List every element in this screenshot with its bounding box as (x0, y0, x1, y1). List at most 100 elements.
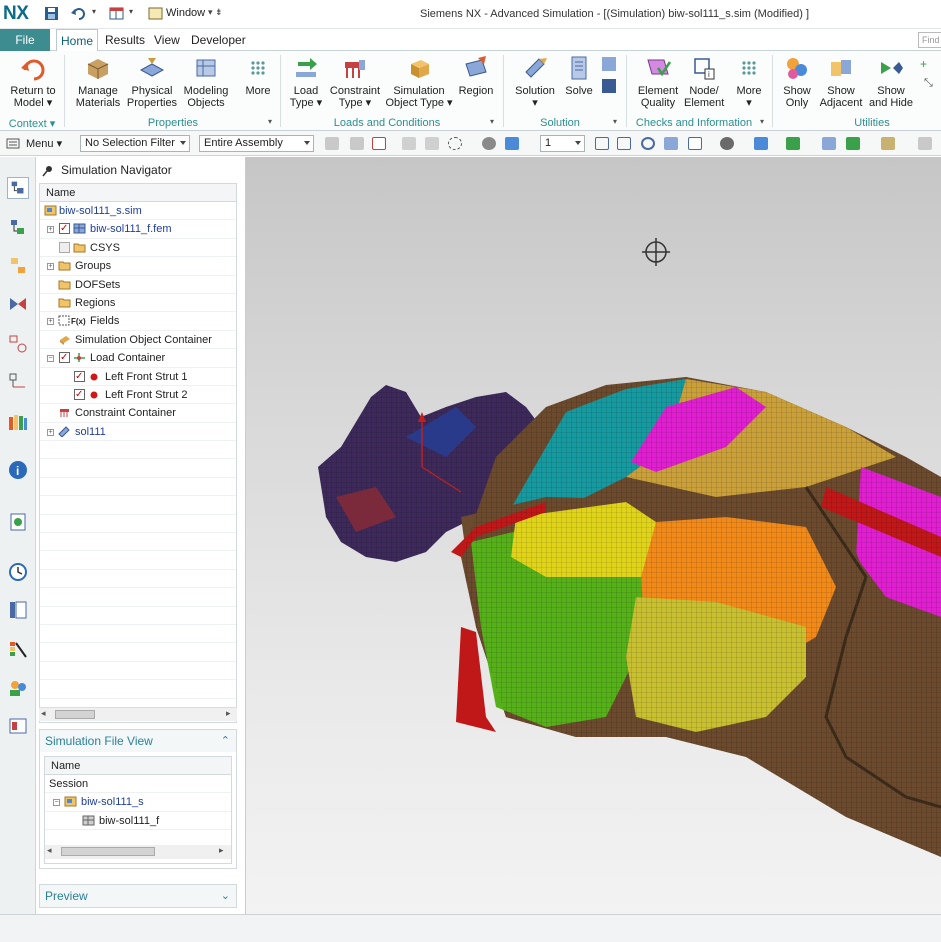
collapse-icon[interactable]: − (53, 799, 60, 807)
snap-point-icon[interactable] (350, 137, 364, 150)
tree-node-left-front-strut-2[interactable]: Left Front Strut 2 (40, 386, 236, 405)
expand-icon[interactable]: + (47, 318, 54, 326)
orient-view-icon[interactable] (688, 137, 702, 150)
snap-icon[interactable] (325, 137, 339, 150)
tab-results[interactable]: Results (101, 29, 149, 51)
select-feature-icon[interactable] (402, 137, 416, 150)
solution-small-icon-2[interactable] (600, 77, 618, 95)
selection-filter-select[interactable]: No Selection Filter (80, 135, 190, 152)
scroll-right-icon[interactable]: ▸ (226, 708, 231, 719)
window-layout-icon[interactable] (108, 5, 126, 22)
show-adjacent-button[interactable]: Show Adjacent (818, 54, 864, 109)
rotate-icon[interactable] (641, 137, 655, 150)
solution-small-icon[interactable] (600, 55, 618, 73)
tree-node-sim[interactable]: biw-sol111_s.sim (40, 202, 236, 221)
scroll-left-icon[interactable]: ◂ (47, 845, 52, 856)
graphics-viewport[interactable] (246, 157, 941, 914)
select-type-icon[interactable] (372, 137, 386, 150)
file-view-column-header[interactable]: Name (45, 757, 231, 775)
file-row-sim[interactable]: − biw-sol111_s (45, 793, 231, 812)
scope-select[interactable]: Entire Assembly (199, 135, 314, 152)
menu-button[interactable]: Menu ▾ (26, 137, 62, 150)
lasso-select-icon[interactable] (448, 137, 462, 150)
process-studio-icon[interactable] (7, 715, 29, 737)
expand-icon[interactable]: + (47, 428, 54, 436)
roles-icon[interactable] (7, 411, 29, 433)
show-only-button[interactable]: Show Only (776, 54, 818, 109)
history-icon-a[interactable] (7, 371, 29, 393)
tree-node-groups[interactable]: + Groups (40, 257, 236, 276)
undo-icon[interactable] (70, 5, 88, 22)
scroll-thumb[interactable] (55, 710, 95, 719)
find-command-input[interactable]: Find (918, 32, 941, 48)
chevron-down-icon[interactable]: ⌄ (221, 885, 230, 907)
tree-node-fields[interactable]: + F(x) Fields (40, 312, 236, 331)
save-icon[interactable] (43, 5, 61, 22)
layer-settings-icon[interactable] (881, 137, 895, 150)
clip-section-icon[interactable] (822, 137, 836, 150)
solve-button[interactable]: Solve (562, 54, 596, 97)
scroll-right-icon[interactable]: ▸ (219, 845, 224, 856)
tree-node-csys[interactable]: CSYS (40, 239, 236, 258)
edit-object-display-icon[interactable] (754, 137, 768, 150)
tree-node-sol111[interactable]: + sol111 (40, 423, 236, 442)
scroll-left-icon[interactable]: ◂ (41, 708, 46, 719)
file-row-session[interactable]: Session (45, 775, 231, 794)
web-browser-icon[interactable] (7, 511, 29, 533)
tab-view[interactable]: View (150, 29, 184, 51)
pan-icon[interactable] (664, 137, 678, 150)
select-face-icon[interactable] (425, 137, 439, 150)
properties-dropdown-icon[interactable]: ▾ (268, 117, 272, 126)
add-icon[interactable]: + (920, 57, 927, 71)
window-menu-arrow-icon[interactable]: ▾ ⇟ (208, 7, 223, 18)
load-type-button[interactable]: Load Type ▾ (284, 54, 328, 109)
system-materials-icon[interactable] (7, 599, 29, 621)
fit-view-icon[interactable] (595, 137, 609, 150)
tree-node-left-front-strut-1[interactable]: Left Front Strut 1 (40, 368, 236, 386)
visibility-checkbox[interactable] (74, 386, 85, 404)
constraint-navigator-icon[interactable] (7, 293, 29, 315)
return-to-model-button[interactable]: Return to Model ▾ (6, 54, 60, 109)
simulation-object-type-button[interactable]: Simulation Object Type ▾ (384, 54, 454, 109)
history-clock-icon[interactable] (7, 561, 29, 583)
chevron-up-icon[interactable]: ⌃ (221, 730, 230, 752)
tree-node-sim-object-container[interactable]: Simulation Object Container (40, 331, 236, 350)
toolbar-overflow-icon[interactable] (918, 137, 932, 150)
car-body-mesh-model[interactable] (246, 157, 941, 914)
tree-node-regions[interactable]: Regions (40, 294, 236, 313)
expand-icon[interactable]: + (47, 226, 54, 234)
part-navigator-icon[interactable] (7, 255, 29, 277)
solution-button[interactable]: Solution ▾ (510, 54, 560, 109)
layout-dropdown-icon[interactable]: ▾ (129, 7, 133, 16)
modeling-objects-button[interactable]: Modeling Objects (180, 54, 232, 109)
work-view-icon[interactable] (846, 137, 860, 150)
properties-more-button[interactable]: More (240, 54, 276, 97)
select-solid-icon[interactable] (505, 137, 519, 150)
manage-materials-button[interactable]: Manage Materials (72, 54, 124, 109)
column-header-name[interactable]: Name (40, 184, 236, 202)
constraint-type-button[interactable]: Constraint Type ▾ (328, 54, 382, 109)
visibility-checkbox[interactable] (74, 368, 85, 386)
simulation-navigator-icon[interactable] (7, 177, 29, 199)
window-menu[interactable]: Window (166, 7, 205, 19)
undo-dropdown-icon[interactable]: ▾ (92, 7, 96, 16)
navigator-horizontal-scrollbar[interactable]: ◂ ▸ (39, 707, 237, 721)
collapse-icon[interactable]: − (47, 355, 54, 363)
show-hide-icon[interactable] (786, 137, 800, 150)
node-element-button[interactable]: i Node/ Element (684, 54, 724, 109)
element-quality-button[interactable]: Element Quality (632, 54, 684, 109)
users-icon[interactable] (7, 677, 29, 699)
file-view-title[interactable]: Simulation File View ⌃ (40, 730, 236, 752)
checks-more-button[interactable]: More ▾ (731, 54, 767, 109)
preview-panel[interactable]: Preview ⌄ (39, 884, 237, 908)
tab-file[interactable]: File (0, 29, 50, 51)
tree-node-fem[interactable]: + biw-sol111_f.fem (40, 220, 236, 239)
select-body-icon[interactable] (482, 137, 496, 150)
zoom-icon[interactable] (617, 137, 631, 150)
region-button[interactable]: Region (456, 54, 496, 97)
tab-developer[interactable]: Developer (187, 29, 250, 51)
tab-home[interactable]: Home (56, 29, 99, 52)
visibility-checkbox[interactable] (59, 220, 70, 238)
tree-node-dofsets[interactable]: DOFSets (40, 276, 236, 294)
show-and-hide-button[interactable]: Show and Hide (866, 54, 916, 109)
